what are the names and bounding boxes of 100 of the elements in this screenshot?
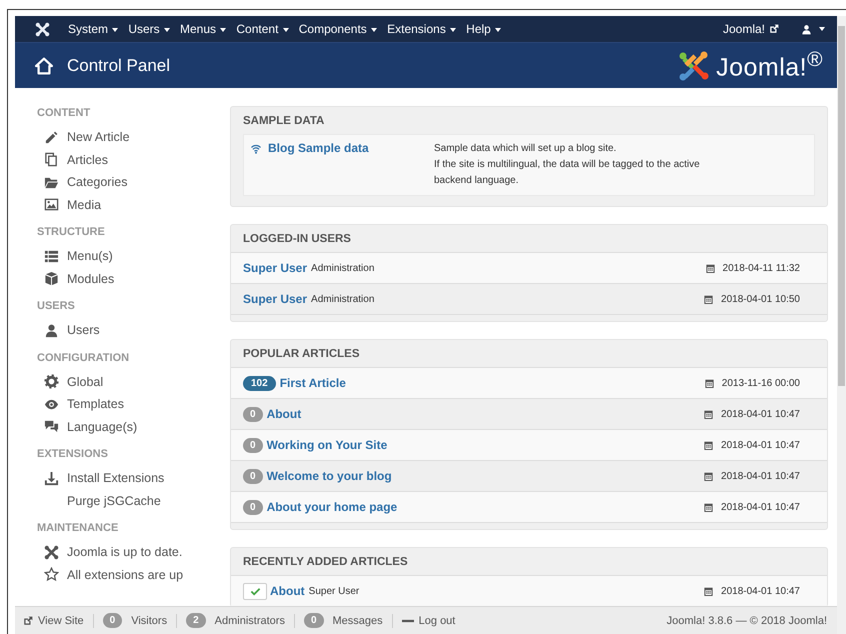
image-icon: [44, 197, 59, 212]
sidebar-item[interactable]: Menu(s): [37, 245, 230, 268]
article-link[interactable]: About: [266, 407, 302, 421]
menu-item[interactable]: Help: [466, 22, 502, 36]
hits-badge: 0: [243, 468, 263, 484]
status-link[interactable]: Messages: [332, 614, 383, 626]
star-icon: [44, 567, 59, 582]
sidebar-heading: CONTENT: [37, 107, 92, 119]
pencil-icon: [44, 130, 59, 145]
joomla-icon: [44, 544, 59, 560]
sidebar-item[interactable]: Templates: [37, 393, 230, 416]
copy-icon: [44, 152, 59, 168]
sidebar-heading: MAINTENANCE: [37, 522, 120, 534]
logout-link[interactable]: Log out: [418, 614, 456, 626]
joomla-icon[interactable]: [35, 22, 50, 36]
date-text: 2018-04-01 10:47: [721, 502, 800, 512]
version-text: Joomla! 3.8.6 — © 2018 Joomla!: [666, 614, 827, 626]
count-badge: 2: [186, 613, 206, 628]
menu-item[interactable]: Menus: [180, 22, 226, 36]
date-text: 2018-04-01 10:50: [721, 294, 800, 304]
user-icon: [44, 322, 59, 338]
sidebar-item[interactable]: Media: [37, 194, 230, 216]
joomla-logo-icon: [678, 50, 710, 82]
panel-heading: POPULAR ARTICLES: [242, 347, 360, 362]
speech-bubbles-icon: [44, 419, 59, 434]
date-text: 2018-04-01 10:47: [721, 408, 800, 420]
date-text: 2018-04-01 10:47: [721, 586, 800, 596]
calendar-icon: [703, 408, 714, 420]
calendar-icon: [703, 440, 714, 450]
count-badge: 0: [102, 613, 122, 628]
sidebar-item[interactable]: Users: [37, 319, 230, 342]
calendar-icon: [704, 262, 716, 274]
date-text: 2018-04-11 11:32: [722, 262, 800, 274]
sidebar-item[interactable]: Language(s): [37, 416, 230, 438]
description-text: Sample data which will set up a blog site.: [434, 142, 618, 156]
calendar-icon: [703, 294, 714, 304]
sidebar-item[interactable]: Joomla is up to date.: [37, 541, 230, 564]
cube-icon: [44, 271, 59, 286]
date-text: 2018-04-01 10:47: [721, 440, 800, 450]
article-link[interactable]: Working on Your Site: [266, 438, 388, 452]
hits-badge: 0: [243, 438, 263, 452]
download-icon: [44, 470, 59, 486]
menu-item[interactable]: Components: [298, 22, 378, 36]
sidebar-item[interactable]: Articles: [37, 148, 230, 171]
calendar-icon: [703, 586, 714, 596]
hits-badge: 0: [243, 406, 263, 422]
external-link-icon: [769, 24, 779, 34]
page-title: Control Panel: [67, 56, 170, 76]
status-link[interactable]: Administrators: [214, 614, 285, 626]
sidebar-item[interactable]: Purge jSGCache: [37, 490, 230, 512]
client-label: Administration: [311, 262, 374, 274]
menu-item[interactable]: Extensions: [387, 22, 456, 36]
calendar-icon: [704, 378, 715, 388]
menu-item[interactable]: Users: [128, 22, 170, 36]
publish-toggle[interactable]: [243, 582, 267, 600]
broadcast-icon: [250, 143, 262, 155]
user-menu-button[interactable]: [801, 24, 825, 34]
home-icon: [35, 56, 53, 74]
date-text: 2018-04-01 10:47: [721, 470, 800, 482]
panel-heading: RECENTLY ADDED ARTICLES: [242, 555, 409, 570]
article-link[interactable]: About your home page: [266, 500, 398, 514]
panel-heading: LOGGED-IN USERS: [242, 232, 352, 247]
sidebar-item[interactable]: Categories: [37, 171, 230, 194]
logo-wordmark: Joomla!$^{®}$: [716, 48, 823, 83]
user-icon: [801, 24, 812, 34]
sidebar-item[interactable]: All extensions are up: [37, 564, 230, 586]
menu-item[interactable]: Content: [236, 22, 289, 36]
site-link[interactable]: Joomla!: [722, 22, 765, 36]
sidebar-item[interactable]: New Article: [37, 126, 230, 148]
scrollbar[interactable]: [837, 16, 846, 634]
menu-item[interactable]: System: [68, 22, 118, 36]
article-link[interactable]: About: [270, 584, 305, 598]
date-text: 2013-11-16 00:00: [722, 378, 800, 388]
calendar-icon: [703, 502, 714, 512]
minus-icon: [402, 618, 414, 624]
external-link-icon: [23, 616, 33, 626]
count-badge: 0: [304, 613, 324, 628]
client-label: Administration: [311, 294, 374, 304]
sidebar-item[interactable]: Global: [37, 370, 230, 393]
sidebar-heading: EXTENSIONS: [37, 448, 109, 460]
sample-data-link[interactable]: Blog Sample data: [268, 141, 369, 155]
sidebar-heading: USERS: [37, 300, 76, 312]
sidebar-item[interactable]: Modules: [37, 268, 230, 290]
gear-icon: [44, 374, 59, 390]
panel-heading: SAMPLE DATA: [242, 114, 326, 129]
check-icon: [250, 586, 260, 596]
hits-badge: 0: [243, 500, 263, 514]
user-link[interactable]: Super User: [243, 292, 308, 306]
author-label: Super User: [308, 586, 360, 596]
sidebar-item[interactable]: Install Extensions: [37, 467, 230, 490]
article-link[interactable]: First Article: [280, 376, 346, 390]
sidebar-heading: CONFIGURATION: [37, 352, 130, 364]
user-link[interactable]: Super User: [243, 261, 308, 275]
sidebar-heading: STRUCTURE: [37, 226, 106, 238]
hits-badge: 102: [243, 376, 276, 390]
description-text: If the site is multilingual, the data will be tagged to the active backend language.: [434, 158, 701, 188]
status-link[interactable]: Visitors: [131, 614, 168, 626]
view-site-link[interactable]: View Site: [38, 614, 84, 626]
calendar-icon: [703, 470, 714, 482]
article-link[interactable]: Welcome to your blog: [266, 469, 392, 483]
